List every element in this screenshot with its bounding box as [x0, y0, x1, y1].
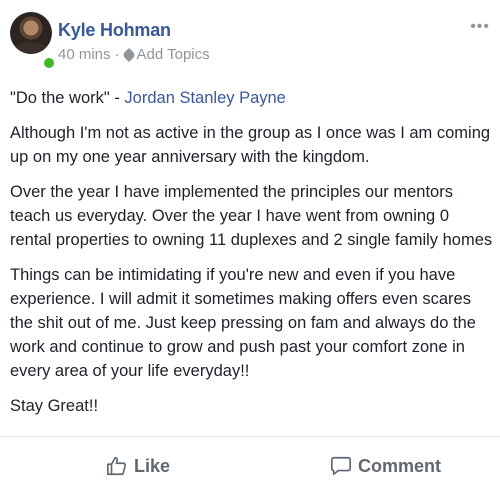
- post-actions-bar: Like Comment: [0, 436, 500, 501]
- mention-link[interactable]: Jordan Stanley Payne: [124, 89, 285, 107]
- add-topics-link[interactable]: Add Topics: [137, 46, 210, 63]
- tag-icon: [121, 47, 136, 62]
- speech-bubble-icon: [331, 456, 351, 476]
- more-options-icon[interactable]: •••: [470, 18, 490, 36]
- post-quote-line: "Do the work" - Jordan Stanley Payne: [10, 86, 494, 110]
- post-paragraph-4: Stay Great!!: [10, 397, 99, 415]
- like-label: Like: [134, 455, 171, 476]
- meta-separator: ·: [114, 46, 120, 63]
- post-paragraph-2: Over the year I have implemented the pri…: [10, 183, 493, 249]
- post-paragraph-1: Although I'm not as active in the group …: [10, 124, 491, 166]
- author-name-link[interactable]: Kyle Hohman: [58, 20, 171, 41]
- comment-button[interactable]: Comment: [330, 455, 441, 477]
- post-meta: 40 mins · Add Topics: [58, 46, 210, 63]
- post-card: Kyle Hohman 40 mins · Add Topics ••• "Do…: [0, 0, 500, 500]
- post-header: Kyle Hohman 40 mins · Add Topics •••: [10, 12, 490, 76]
- author-avatar[interactable]: [10, 12, 52, 54]
- quote-text: "Do the work" -: [10, 89, 125, 107]
- thumbs-up-icon: [107, 456, 127, 476]
- avatar-figure: [14, 42, 48, 54]
- post-paragraph-3: Things can be intimidating if you're new…: [10, 266, 476, 380]
- like-button[interactable]: Like: [106, 455, 170, 477]
- post-body: "Do the work" - Jordan Stanley Payne Alt…: [10, 86, 494, 429]
- online-status-icon: [42, 56, 56, 70]
- comment-label: Comment: [358, 455, 442, 476]
- post-timestamp[interactable]: 40 mins: [58, 46, 111, 63]
